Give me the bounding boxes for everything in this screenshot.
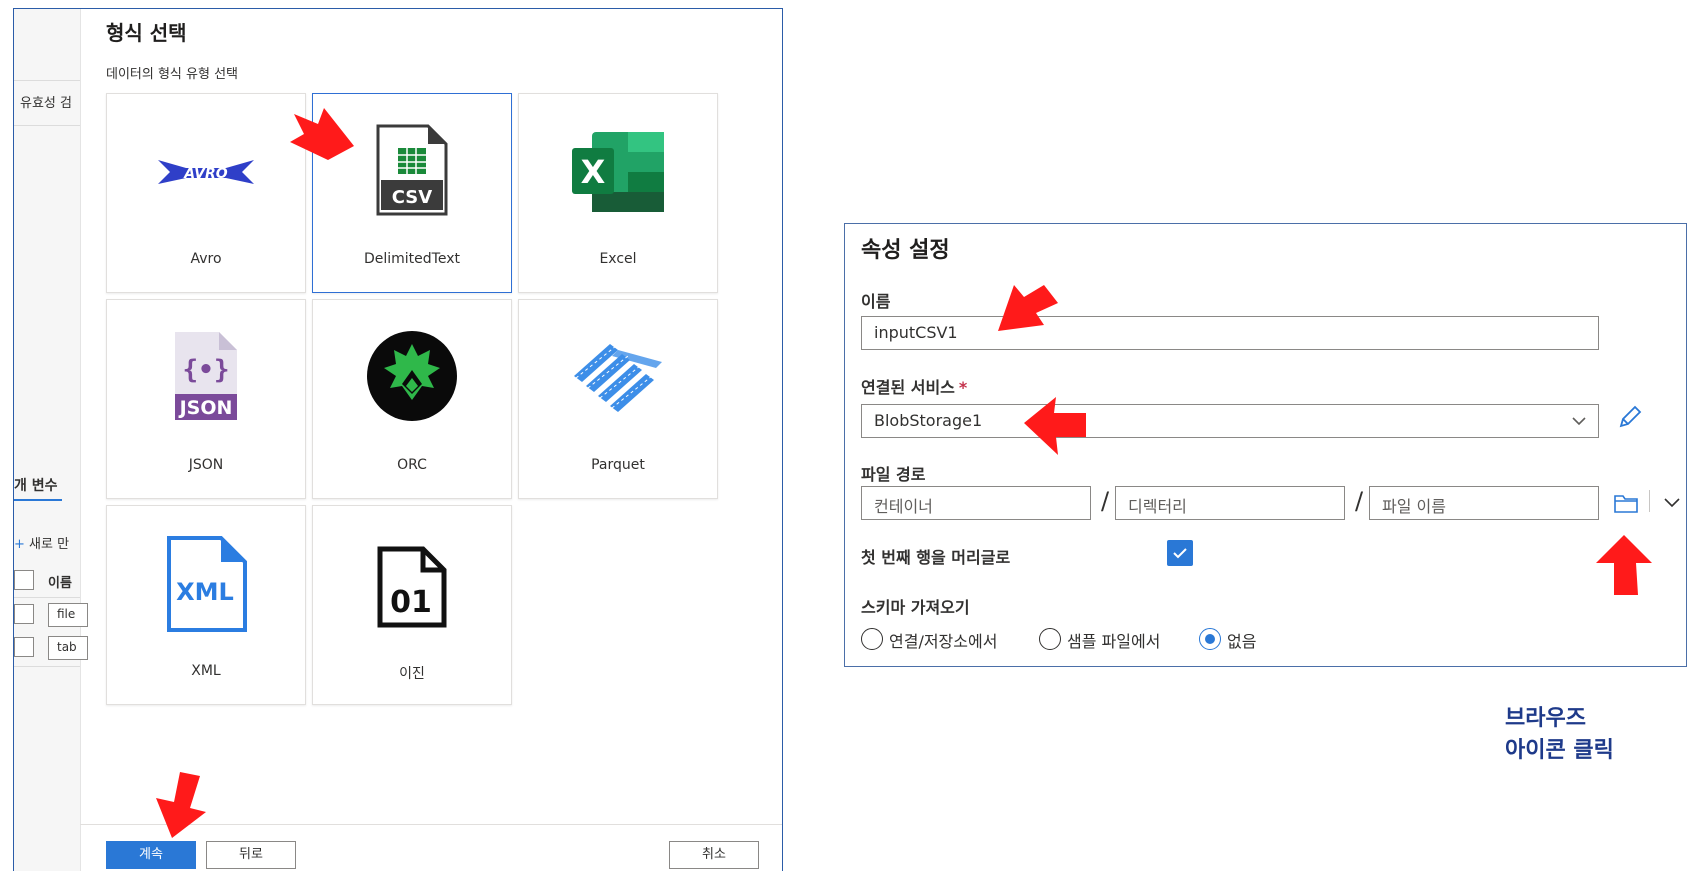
svg-text:JSON: JSON <box>178 397 233 419</box>
name-input[interactable]: inputCSV1 <box>861 316 1599 350</box>
linked-service-label-text: 연결된 서비스 <box>861 378 955 397</box>
red-arrow-annotation <box>290 108 354 160</box>
orc-logo-icon <box>366 330 458 426</box>
format-selection-dialog: 유효성 검 개 변수 + 새로 만 이름 file tab 형식 선택 데이터의… <box>13 8 783 871</box>
table-divider <box>14 666 80 667</box>
tile-label: 이진 <box>399 666 425 682</box>
cancel-button[interactable]: 취소 <box>669 841 759 869</box>
avro-logo-icon: AVRO <box>156 154 256 194</box>
format-tile-binary[interactable]: 01 이진 <box>312 505 512 705</box>
directory-input[interactable]: 디렉터리 <box>1115 486 1345 520</box>
radio-label: 샘플 파일에서 <box>1067 632 1161 651</box>
dialog-subtitle: 데이터의 형식 유형 선택 <box>106 67 238 82</box>
svg-text:X: X <box>581 153 606 191</box>
parquet-logo-icon <box>570 340 666 420</box>
red-arrow-annotation <box>156 772 206 838</box>
annotation-text: 브라우즈 아이콘 클릭 <box>1505 703 1614 767</box>
annotation-line: 아이콘 클릭 <box>1505 738 1614 763</box>
checkmark-icon <box>1173 548 1187 559</box>
tile-label: Parquet <box>591 457 645 473</box>
binary-file-icon: 01 <box>377 546 447 632</box>
import-schema-radio-none[interactable] <box>1199 628 1221 650</box>
svg-text:XML: XML <box>176 578 234 606</box>
path-separator: / <box>1101 487 1110 515</box>
csv-file-icon: CSV <box>376 124 448 220</box>
svg-text:01: 01 <box>390 585 432 620</box>
sidebar-divider <box>14 125 80 126</box>
linked-service-value: BlobStorage1 <box>874 411 983 430</box>
select-all-checkbox[interactable] <box>14 570 34 590</box>
tile-label: XML <box>191 663 221 679</box>
import-schema-radio-connection[interactable] <box>861 628 883 650</box>
background-sidebar: 유효성 검 개 변수 + 새로 만 이름 file tab <box>14 9 88 871</box>
first-row-header-label: 첫 번째 행을 머리글로 <box>861 548 1011 567</box>
new-parameter-button[interactable]: + 새로 만 <box>14 533 69 552</box>
svg-text:{•}: {•} <box>183 355 230 385</box>
browse-folder-icon[interactable] <box>1613 492 1639 518</box>
row-checkbox[interactable] <box>14 604 34 624</box>
panel-title: 속성 설정 <box>861 238 950 263</box>
required-mark: * <box>958 378 968 397</box>
format-tile-parquet[interactable]: Parquet <box>518 299 718 499</box>
svg-text:CSV: CSV <box>392 187 433 208</box>
tile-label: Avro <box>190 251 222 267</box>
radio-label: 없음 <box>1227 632 1257 651</box>
sidebar-divider <box>14 80 80 81</box>
format-tile-orc[interactable]: ORC <box>312 299 512 499</box>
red-arrow-annotation <box>998 285 1058 331</box>
parameter-name-input[interactable]: file <box>48 603 88 627</box>
format-tile-xml[interactable]: XML XML <box>106 505 306 705</box>
path-separator: / <box>1355 487 1364 515</box>
import-schema-label: 스키마 가져오기 <box>861 598 970 617</box>
file-path-label: 파일 경로 <box>861 465 926 484</box>
chevron-down-icon <box>1572 413 1586 432</box>
edit-pencil-icon[interactable] <box>1617 404 1643 434</box>
back-button[interactable]: 뒤로 <box>206 841 296 869</box>
plus-icon: + <box>14 537 30 552</box>
toolbar-divider <box>1649 490 1650 512</box>
container-input[interactable]: 컨테이너 <box>861 486 1091 520</box>
dialog-title: 형식 선택 <box>106 21 187 45</box>
tile-label: JSON <box>188 457 224 473</box>
format-tile-avro[interactable]: AVRO Avro <box>106 93 306 293</box>
radio-label: 연결/저장소에서 <box>889 632 998 651</box>
red-arrow-annotation <box>1596 535 1652 595</box>
name-label: 이름 <box>861 292 891 311</box>
new-parameter-label: 새로 만 <box>29 537 70 552</box>
red-arrow-annotation <box>1024 397 1086 455</box>
import-schema-radio-sample[interactable] <box>1039 628 1061 650</box>
parameter-name-input[interactable]: tab <box>48 636 88 660</box>
parameters-tab-underline <box>14 499 62 501</box>
set-properties-panel: 속성 설정 이름 inputCSV1 연결된 서비스 * BlobStorage1… <box>844 223 1687 667</box>
format-tile-json[interactable]: {•} JSON JSON <box>106 299 306 499</box>
xml-file-icon: XML <box>165 536 247 636</box>
excel-icon: X <box>570 130 666 218</box>
filename-input[interactable]: 파일 이름 <box>1369 486 1599 520</box>
name-column-header: 이름 <box>48 576 72 591</box>
tile-label: ORC <box>397 457 427 473</box>
continue-button[interactable]: 계속 <box>106 841 196 869</box>
linked-service-label: 연결된 서비스 * <box>861 374 967 398</box>
json-file-icon: {•} JSON <box>173 330 239 426</box>
parameters-tab[interactable]: 개 변수 <box>14 475 58 495</box>
table-divider <box>14 597 80 598</box>
tile-label: DelimitedText <box>363 251 460 267</box>
tile-label: Excel <box>599 251 637 267</box>
svg-text:AVRO: AVRO <box>183 166 228 182</box>
validation-label: 유효성 검 <box>20 96 72 111</box>
chevron-down-icon[interactable] <box>1663 494 1681 513</box>
format-tile-excel[interactable]: X Excel <box>518 93 718 293</box>
linked-service-dropdown[interactable]: BlobStorage1 <box>861 404 1599 438</box>
row-checkbox[interactable] <box>14 637 34 657</box>
annotation-line: 브라우즈 <box>1505 706 1586 731</box>
first-row-header-checkbox[interactable] <box>1167 540 1193 566</box>
